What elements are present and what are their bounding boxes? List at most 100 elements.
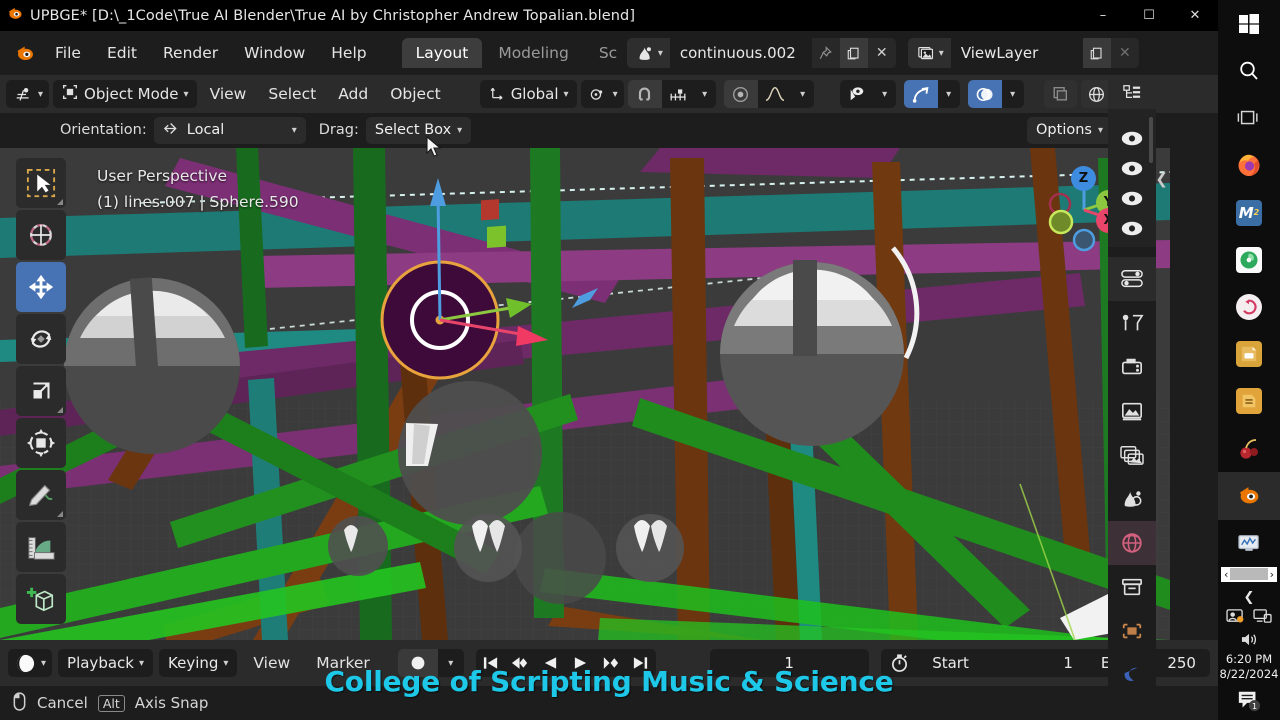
impress-icon[interactable] [1218, 331, 1280, 378]
camtasia-icon[interactable] [1218, 236, 1280, 283]
notes-icon[interactable] [1218, 378, 1280, 425]
gizmo-axis-z[interactable]: Z [1071, 166, 1096, 191]
task-view-icon[interactable] [1218, 94, 1280, 141]
start-button[interactable] [1218, 0, 1280, 47]
show-hidden-icons-button[interactable]: ❮ [1218, 588, 1280, 607]
gizmo-icon[interactable] [903, 80, 938, 108]
drag-label: Drag: [318, 122, 359, 138]
minimize-button[interactable]: – [1080, 0, 1126, 31]
chevron-down-icon: ▾ [612, 88, 618, 100]
chevron-down-icon[interactable]: ▾ [1002, 80, 1024, 108]
taskbar-clock[interactable]: 6:20 PM 8/22/2024 [1218, 650, 1280, 682]
overlays-icon[interactable] [967, 80, 1002, 108]
audacity-icon[interactable] [1218, 283, 1280, 330]
scroll-left-arrow[interactable]: ‹ [1224, 568, 1228, 581]
close-button[interactable]: ✕ [1172, 0, 1218, 31]
object-properties-icon[interactable] [1108, 609, 1156, 653]
outliner-row-eye[interactable] [1108, 213, 1156, 243]
options-dropdown[interactable]: Options ▾ [1027, 116, 1112, 144]
tool-tweak-select-box[interactable] [16, 158, 66, 208]
chevron-down-icon: ▾ [457, 124, 463, 136]
properties-rail [1108, 75, 1156, 720]
viewport-toolbar [16, 158, 66, 624]
chevron-down-icon[interactable]: ▾ [874, 80, 896, 108]
menu-window[interactable]: Window [231, 39, 318, 67]
taskbar-scrollbar[interactable]: ‹ › [1221, 566, 1277, 582]
duplicate-icon[interactable] [839, 38, 868, 68]
viewlayer-name[interactable]: ViewLayer [950, 38, 1083, 68]
magnet-snap-icon[interactable] [627, 80, 662, 108]
snap-increment-icon[interactable] [662, 80, 694, 108]
tool-transform[interactable] [16, 418, 66, 468]
movie-maker-icon[interactable]: M2 [1218, 189, 1280, 236]
pin-icon[interactable] [812, 38, 840, 68]
render-properties-icon[interactable] [1108, 301, 1156, 345]
viewlayer-properties-icon[interactable] [1108, 389, 1156, 433]
orientation-dropdown[interactable]: Local ▾ [153, 116, 306, 144]
tool-rotate[interactable] [16, 314, 66, 364]
network-icon[interactable] [1253, 608, 1272, 628]
3d-viewport[interactable]: User Perspective (1) lines.007 | Sphere.… [0, 148, 1170, 640]
chevron-down-icon[interactable]: ▾ [792, 80, 814, 108]
user-account-icon[interactable] [1226, 608, 1245, 628]
viewlayer-browse-icon[interactable]: ▾ [907, 38, 951, 68]
blender-menu-icon[interactable] [8, 43, 42, 64]
vp-menu-view[interactable]: View [201, 85, 256, 103]
pivot-point-selector[interactable]: ▾ [580, 80, 624, 108]
tab-modeling[interactable]: Modeling [484, 38, 583, 68]
outliner-row-eye[interactable] [1108, 183, 1156, 213]
tool-settings-icon[interactable] [1108, 257, 1156, 301]
volume-icon[interactable] [1218, 629, 1280, 650]
notification-icon[interactable]: 1 [1218, 682, 1280, 720]
maximize-button[interactable]: ☐ [1126, 0, 1172, 31]
outliner-icon[interactable] [1108, 75, 1156, 109]
scroll-right-arrow[interactable]: › [1270, 568, 1274, 581]
output-properties-icon[interactable] [1108, 345, 1156, 389]
menu-edit[interactable]: Edit [94, 39, 150, 67]
watermark-text: College of Scripting Music & Science [324, 665, 894, 698]
tool-annotate[interactable] [16, 470, 66, 520]
outliner-scrollbar[interactable] [1149, 117, 1153, 163]
transform-orientation-selector[interactable]: Global ▾ [479, 80, 577, 108]
vp-menu-object[interactable]: Object [381, 85, 449, 103]
proportional-edit-icon[interactable] [723, 80, 758, 108]
drag-dropdown[interactable]: Select Box ▾ [365, 116, 472, 144]
tool-scale[interactable] [16, 366, 66, 416]
tab-layout[interactable]: Layout [401, 38, 483, 68]
world-properties-icon[interactable] [1108, 521, 1156, 565]
tool-measure[interactable] [16, 522, 66, 572]
scene-browse-icon[interactable]: ▾ [626, 38, 670, 68]
collection-properties-icon[interactable] [1108, 565, 1156, 609]
outliner-rows[interactable] [1108, 109, 1156, 247]
duplicate-icon[interactable] [1082, 38, 1111, 68]
chevron-down-icon[interactable]: ▾ [694, 80, 716, 108]
eye-visibility-icon[interactable] [840, 80, 874, 108]
tool-add-cube[interactable] [16, 574, 66, 624]
unlink-x-icon[interactable]: ✕ [1111, 38, 1139, 68]
search-icon[interactable] [1218, 47, 1280, 94]
tool-cursor[interactable] [16, 210, 66, 260]
chevron-left-icon[interactable]: ❮ [1155, 170, 1168, 188]
vp-menu-add[interactable]: Add [329, 85, 377, 103]
scene-name[interactable]: continuous.002 [669, 38, 812, 68]
tab-sculpting[interactable]: Sc [585, 38, 617, 68]
object-mode-selector[interactable]: Object Mode ▾ [53, 80, 197, 108]
scene-properties-icon[interactable] [1108, 433, 1156, 477]
cherry-icon[interactable] [1218, 425, 1280, 472]
scroll-thumb[interactable] [1230, 568, 1268, 581]
vp-menu-select[interactable]: Select [259, 85, 325, 103]
chevron-down-icon[interactable]: ▾ [938, 80, 960, 108]
object-data-properties-icon[interactable] [1108, 477, 1156, 521]
chevron-down-icon: ▾ [1097, 124, 1103, 136]
falloff-curve-icon[interactable] [758, 80, 792, 108]
tool-move[interactable] [16, 262, 66, 312]
unlink-x-icon[interactable]: ✕ [868, 38, 896, 68]
firefox-icon[interactable] [1218, 142, 1280, 189]
monitor-chart-icon[interactable] [1218, 520, 1280, 567]
menu-file[interactable]: File [42, 39, 94, 67]
xray-icon[interactable] [1043, 80, 1077, 108]
menu-help[interactable]: Help [318, 39, 379, 67]
menu-render[interactable]: Render [150, 39, 231, 67]
upbge-app-icon[interactable] [1218, 472, 1280, 520]
editor-type-3dview-icon[interactable]: ▾ [6, 80, 50, 108]
